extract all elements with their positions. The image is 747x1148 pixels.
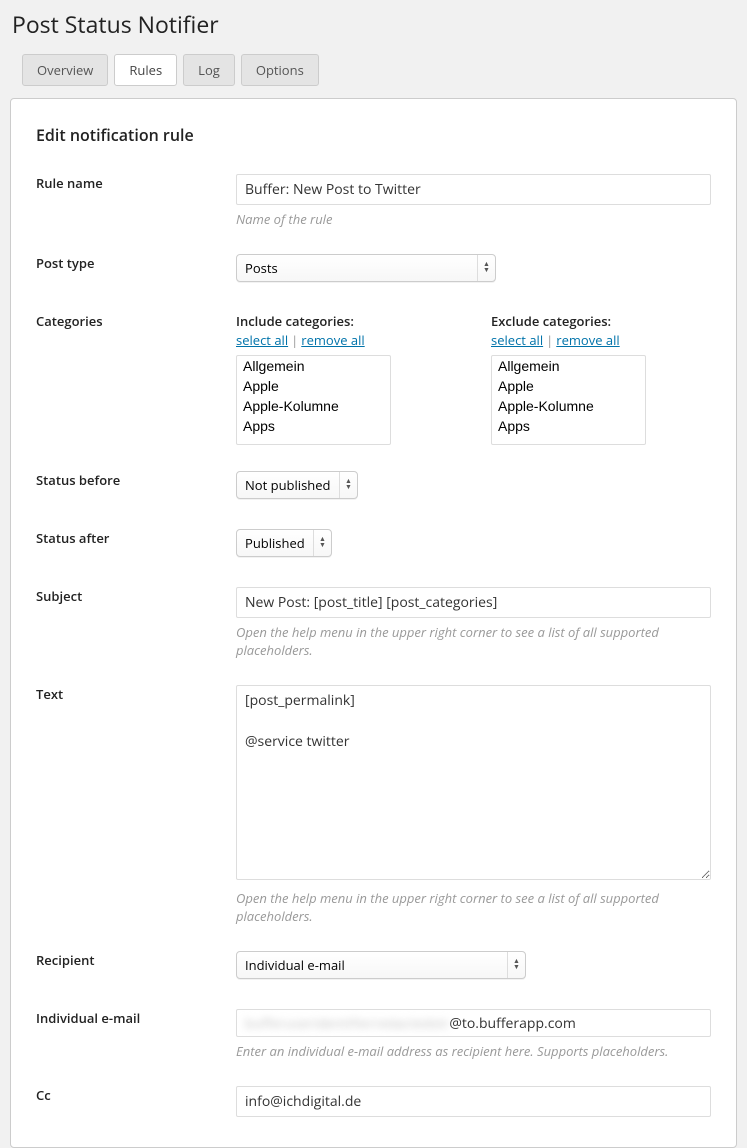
section-title: Edit notification rule [36,124,711,146]
subject-label: Subject [36,581,236,679]
status-after-select[interactable]: Published [237,530,331,556]
include-categories-select[interactable]: Allgemein Apple Apple-Kolumne Apps [236,355,391,445]
categories-label: Categories [36,306,236,465]
text-label: Text [36,679,236,945]
include-remove-all-link[interactable]: remove all [301,331,364,349]
post-type-label: Post type [36,248,236,306]
status-before-label: Status before [36,465,236,523]
status-after-label: Status after [36,523,236,581]
tab-options[interactable]: Options [241,54,319,86]
recipient-select[interactable]: Individual e-mail [237,952,526,978]
cc-input[interactable] [236,1086,711,1117]
subject-input[interactable] [236,587,711,618]
cc-label: Cc [36,1080,236,1137]
page-title: Post Status Notifier [0,0,747,40]
recipient-label: Recipient [36,945,236,1003]
exclude-remove-all-link[interactable]: remove all [556,331,619,349]
text-textarea[interactable] [236,685,711,880]
rule-form-panel: Edit notification rule Rule name Name of… [10,98,737,1148]
include-categories-heading: Include categories: [236,312,391,330]
text-help: Open the help menu in the upper right co… [236,889,711,925]
individual-email-input[interactable]: bufferuseridentifierredactedstr@to.buffe… [236,1009,711,1037]
post-type-select[interactable]: Posts [237,255,496,281]
individual-email-label: Individual e-mail [36,1003,236,1080]
exclude-categories-select[interactable]: Allgemein Apple Apple-Kolumne Apps [491,355,646,445]
tab-bar: Overview Rules Log Options [0,54,747,86]
rule-name-input[interactable] [236,174,711,205]
subject-help: Open the help menu in the upper right co… [236,623,711,659]
exclude-select-all-link[interactable]: select all [491,331,543,349]
tab-rules[interactable]: Rules [114,54,177,86]
rule-name-help: Name of the rule [236,210,711,228]
individual-email-help: Enter an individual e-mail address as re… [236,1042,711,1060]
status-before-select[interactable]: Not published [237,472,357,498]
tab-log[interactable]: Log [183,54,235,86]
rule-name-label: Rule name [36,168,236,248]
include-select-all-link[interactable]: select all [236,331,288,349]
tab-overview[interactable]: Overview [22,54,108,86]
exclude-categories-heading: Exclude categories: [491,312,646,330]
